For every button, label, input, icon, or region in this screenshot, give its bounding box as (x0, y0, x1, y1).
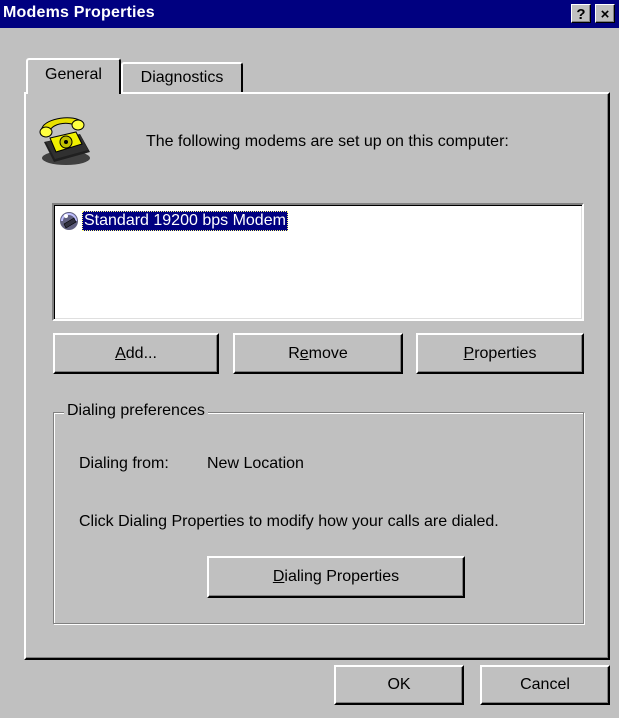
tab-general-label: General (45, 66, 102, 83)
title-bar: Modems Properties ? × (0, 0, 619, 28)
tab-general[interactable]: General (26, 58, 121, 94)
window-title: Modems Properties (3, 4, 155, 21)
help-button[interactable]: ? (571, 4, 591, 23)
tab-diagnostics[interactable]: Diagnostics (121, 62, 243, 92)
ok-button[interactable]: OK (334, 665, 464, 705)
general-tab-panel (24, 92, 610, 660)
cancel-button[interactable]: Cancel (480, 665, 610, 705)
tab-diagnostics-label: Diagnostics (140, 69, 224, 86)
modems-properties-dialog: Modems Properties ? × General Diagnostic… (0, 0, 619, 718)
close-button[interactable]: × (595, 4, 615, 23)
